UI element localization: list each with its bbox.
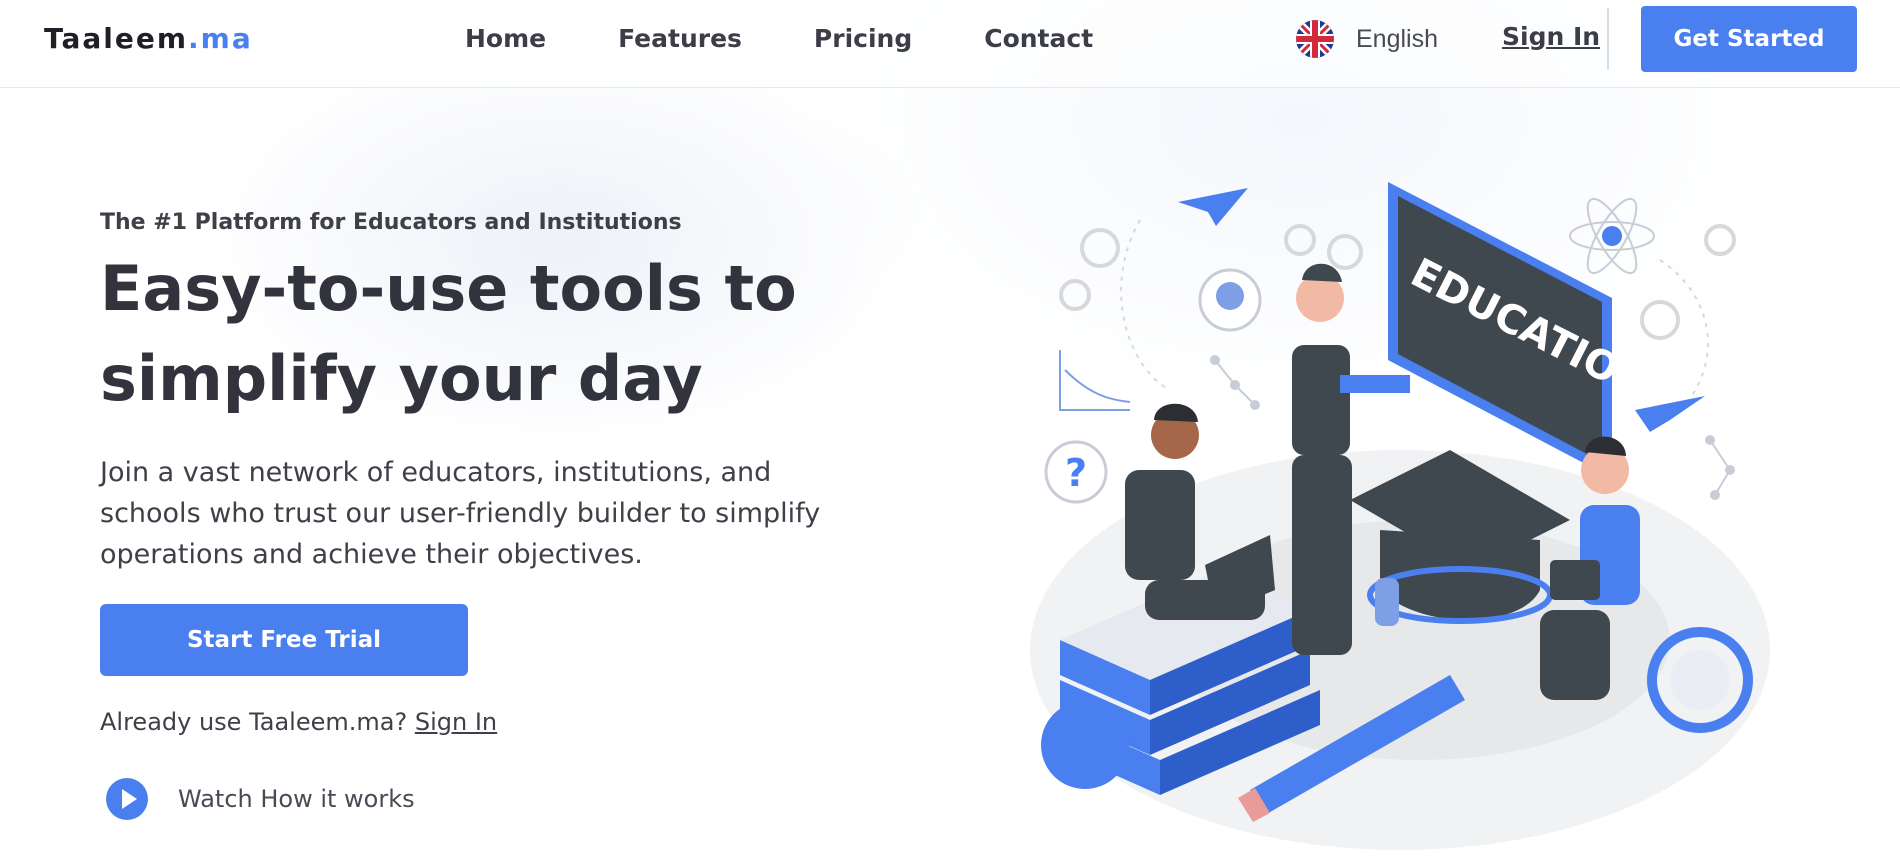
nav-home[interactable]: Home: [465, 22, 546, 56]
hero-description: Join a vast network of educators, instit…: [100, 457, 821, 570]
dotted-orbit: [1120, 219, 1171, 391]
paper-plane-icon: [1178, 188, 1248, 226]
apple-icon: [1041, 701, 1129, 789]
atom-nucleus: [1602, 226, 1622, 246]
already-user-label: Already use Taaleem.ma?: [100, 708, 408, 736]
header-sign-in-link[interactable]: Sign In: [1502, 22, 1600, 51]
lightbulb-icon: [1216, 282, 1244, 310]
get-started-button[interactable]: Get Started: [1641, 6, 1857, 72]
tablet-icon: [1550, 560, 1600, 600]
play-icon: [106, 778, 148, 820]
language-selector[interactable]: English: [1296, 20, 1438, 58]
logo-accent: .ma: [188, 22, 253, 55]
header-divider: [1607, 8, 1609, 70]
logo-main: Taaleem: [44, 22, 189, 55]
watch-label: Watch How it works: [178, 785, 415, 813]
hero-headline: Easy-to-use tools to simplify your day: [100, 252, 797, 415]
nav-features[interactable]: Features: [618, 22, 742, 56]
main-nav: Home Features Pricing Contact: [465, 22, 1165, 56]
cap-tassel: [1375, 578, 1399, 626]
nav-contact[interactable]: Contact: [984, 22, 1093, 56]
hero-eyebrow: The #1 Platform for Educators and Instit…: [100, 210, 682, 235]
nav-pricing[interactable]: Pricing: [814, 22, 912, 56]
logo[interactable]: Taaleem.ma: [44, 22, 253, 55]
top-navbar: Taaleem.ma Home Features Pricing Contact…: [0, 0, 1900, 88]
hero-sign-in-link[interactable]: Sign In: [415, 708, 497, 736]
watch-video-link[interactable]: Watch How it works: [106, 778, 415, 820]
language-label: English: [1356, 24, 1438, 53]
start-free-trial-button[interactable]: Start Free Trial: [100, 604, 468, 676]
graph-sketch: [1059, 350, 1131, 411]
question-mark: ?: [1065, 451, 1087, 495]
already-user-text: Already use Taaleem.ma? Sign In: [100, 708, 497, 736]
education-illustration: ? EDUCATION: [1030, 182, 1770, 850]
uk-flag-icon: [1296, 20, 1334, 58]
paper-plane-icon: [1635, 396, 1705, 432]
